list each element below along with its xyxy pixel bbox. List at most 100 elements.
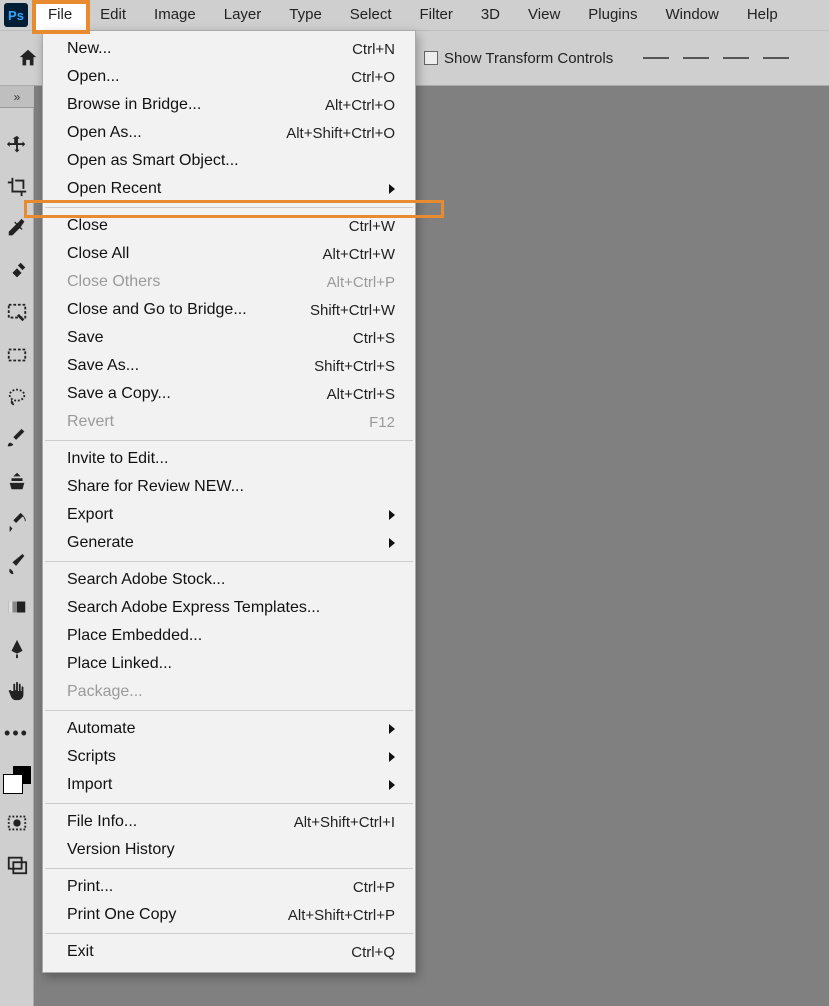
menu-item-label: Print... (67, 878, 353, 896)
file-menu-automate[interactable]: Automate (43, 715, 415, 743)
submenu-arrow-icon (389, 538, 395, 548)
menu-separator (45, 440, 413, 441)
menu-layer[interactable]: Layer (210, 0, 276, 30)
menu-item-shortcut: Ctrl+Q (351, 944, 395, 961)
file-menu-search-adobe-express-templates[interactable]: Search Adobe Express Templates... (43, 594, 415, 622)
brush-tool[interactable] (4, 426, 30, 452)
align-top-icon[interactable] (763, 48, 789, 68)
align-center-icon[interactable] (683, 48, 709, 68)
file-menu-new[interactable]: New...Ctrl+N (43, 35, 415, 63)
menu-plugins[interactable]: Plugins (574, 0, 651, 30)
gradient-tool[interactable] (4, 594, 30, 620)
menu-separator (45, 710, 413, 711)
file-menu-save[interactable]: SaveCtrl+S (43, 324, 415, 352)
object-select-tool[interactable] (4, 300, 30, 326)
file-menu-invite-to-edit[interactable]: Invite to Edit... (43, 445, 415, 473)
submenu-arrow-icon (389, 510, 395, 520)
crop-tool[interactable] (4, 174, 30, 200)
file-menu-generate[interactable]: Generate (43, 529, 415, 557)
file-menu-save-a-copy[interactable]: Save a Copy...Alt+Ctrl+S (43, 380, 415, 408)
file-menu-search-adobe-stock[interactable]: Search Adobe Stock... (43, 566, 415, 594)
menu-view[interactable]: View (514, 0, 574, 30)
menu-item-label: Import (67, 776, 381, 794)
show-transform-controls-checkbox[interactable]: Show Transform Controls (424, 50, 613, 67)
menu-item-label: Export (67, 506, 381, 524)
menu-item-label: Automate (67, 720, 381, 738)
menu-item-label: New... (67, 40, 352, 58)
menu-item-label: Search Adobe Stock... (67, 571, 395, 589)
menu-separator (45, 868, 413, 869)
menu-item-label: Close (67, 217, 349, 235)
file-menu-close-others: Close OthersAlt+Ctrl+P (43, 268, 415, 296)
file-menu-close-and-go-to-bridge[interactable]: Close and Go to Bridge...Shift+Ctrl+W (43, 296, 415, 324)
submenu-arrow-icon (389, 752, 395, 762)
menu-item-label: Package... (67, 683, 395, 701)
file-menu-package: Package... (43, 678, 415, 706)
move-tool[interactable] (4, 132, 30, 158)
file-menu-save-as[interactable]: Save As...Shift+Ctrl+S (43, 352, 415, 380)
file-menu-open-recent[interactable]: Open Recent (43, 175, 415, 203)
file-menu-open[interactable]: Open...Ctrl+O (43, 63, 415, 91)
file-menu-export[interactable]: Export (43, 501, 415, 529)
panel-expander[interactable]: » (0, 86, 34, 108)
file-menu-print[interactable]: Print...Ctrl+P (43, 873, 415, 901)
menu-item-shortcut: Shift+Ctrl+S (314, 358, 395, 375)
spot-heal-tool[interactable] (4, 258, 30, 284)
menu-separator (45, 207, 413, 208)
menu-item-label: Open As... (67, 124, 286, 142)
file-menu-open-as[interactable]: Open As...Alt+Shift+Ctrl+O (43, 119, 415, 147)
file-menu-exit[interactable]: ExitCtrl+Q (43, 938, 415, 966)
file-menu-import[interactable]: Import (43, 771, 415, 799)
file-menu-file-info[interactable]: File Info...Alt+Shift+Ctrl+I (43, 808, 415, 836)
file-menu-share-for-review-new[interactable]: Share for Review NEW... (43, 473, 415, 501)
menu-item-label: Save As... (67, 357, 314, 375)
more-tools[interactable]: ••• (4, 720, 30, 746)
file-menu-close-all[interactable]: Close AllAlt+Ctrl+W (43, 240, 415, 268)
home-icon[interactable] (12, 42, 44, 74)
menu-item-label: Generate (67, 534, 381, 552)
menu-help[interactable]: Help (733, 0, 792, 30)
menu-item-shortcut: Alt+Ctrl+W (322, 246, 395, 263)
menu-window[interactable]: Window (651, 0, 732, 30)
menu-edit[interactable]: Edit (86, 0, 140, 30)
file-menu-close[interactable]: CloseCtrl+W (43, 212, 415, 240)
paint-brush-tool[interactable] (4, 552, 30, 578)
menu-item-label: Save (67, 329, 353, 347)
clone-stamp-tool[interactable] (4, 468, 30, 494)
screen-mode-tool[interactable] (4, 852, 30, 878)
quick-mask-tool[interactable] (4, 810, 30, 836)
align-right-icon[interactable] (723, 48, 749, 68)
marquee-tool[interactable] (4, 342, 30, 368)
lasso-tool[interactable] (4, 384, 30, 410)
hand-tool[interactable] (4, 678, 30, 704)
file-menu-place-linked[interactable]: Place Linked... (43, 650, 415, 678)
menu-item-label: Scripts (67, 748, 381, 766)
menu-item-label: Close All (67, 245, 322, 263)
menu-item-label: Open as Smart Object... (67, 152, 395, 170)
menu-file[interactable]: File (34, 0, 86, 30)
menu-item-label: Revert (67, 413, 369, 431)
align-left-icon[interactable] (643, 48, 669, 68)
file-menu-open-as-smart-object[interactable]: Open as Smart Object... (43, 147, 415, 175)
history-brush-tool[interactable] (4, 510, 30, 536)
menu-item-label: Exit (67, 943, 351, 961)
menu-3d[interactable]: 3D (467, 0, 514, 30)
menu-filter[interactable]: Filter (406, 0, 467, 30)
menu-item-label: Place Linked... (67, 655, 395, 673)
file-menu-browse-in-bridge[interactable]: Browse in Bridge...Alt+Ctrl+O (43, 91, 415, 119)
menu-type[interactable]: Type (275, 0, 336, 30)
color-swatches[interactable] (3, 766, 31, 794)
file-menu-scripts[interactable]: Scripts (43, 743, 415, 771)
menu-select[interactable]: Select (336, 0, 406, 30)
file-menu-place-embedded[interactable]: Place Embedded... (43, 622, 415, 650)
eyedropper-tool[interactable] (4, 216, 30, 242)
file-menu-print-one-copy[interactable]: Print One CopyAlt+Shift+Ctrl+P (43, 901, 415, 929)
menu-separator (45, 933, 413, 934)
menu-item-label: Search Adobe Express Templates... (67, 599, 395, 617)
menu-image[interactable]: Image (140, 0, 210, 30)
menu-item-label: Share for Review NEW... (67, 478, 395, 496)
submenu-arrow-icon (389, 724, 395, 734)
pen-tool[interactable] (4, 636, 30, 662)
file-menu-version-history[interactable]: Version History (43, 836, 415, 864)
menu-item-shortcut: Alt+Ctrl+S (327, 386, 395, 403)
